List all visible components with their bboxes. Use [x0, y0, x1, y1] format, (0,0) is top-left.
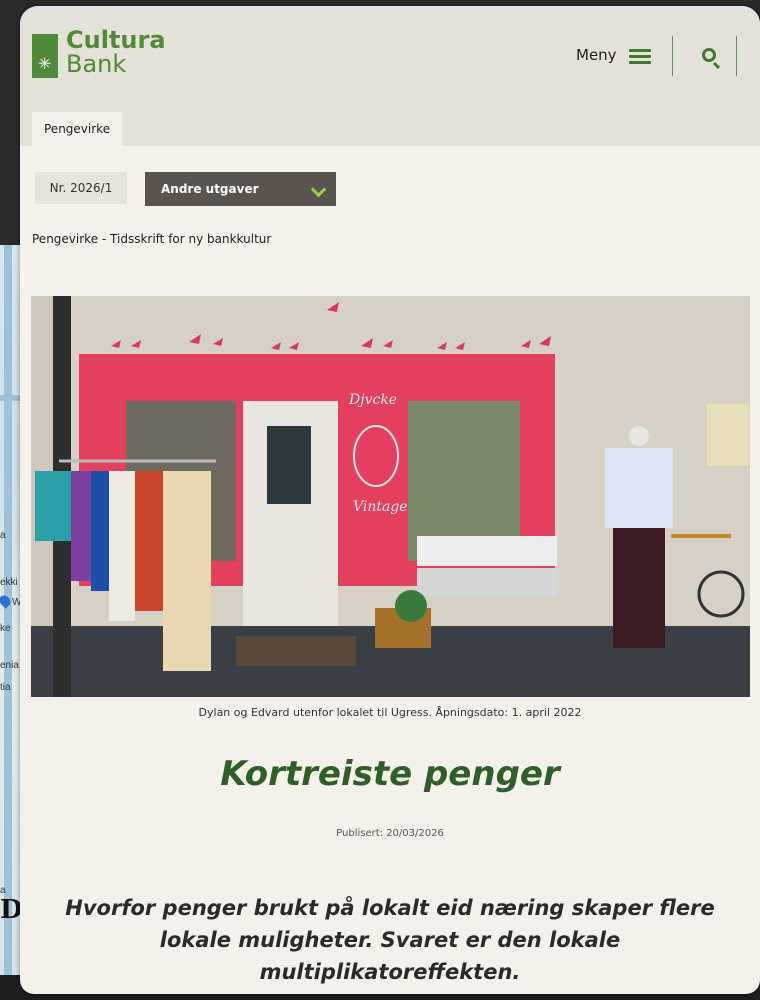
article-lead: Hvorfor penger brukt på lokalt eid nærin…: [65, 896, 715, 984]
other-issues-dropdown[interactable]: Andre utgaver: [145, 172, 336, 206]
image-caption: Dylan og Edvard utenfor lokalet til Ugre…: [198, 706, 582, 719]
article-title: Kortreiste penger: [220, 754, 560, 794]
map-road: [4, 245, 12, 975]
map-label: ekki: [0, 577, 18, 588]
search-icon[interactable]: [702, 48, 716, 62]
article-card: ✳ Cultura Bank Meny Pengevirke Nr. 2026/…: [20, 6, 760, 994]
menu-button-label[interactable]: Meny: [576, 46, 617, 64]
shop-sign-top: Djvcke: [348, 392, 397, 408]
map-label: tia: [0, 682, 11, 693]
shop-sign-bottom: Vintage: [353, 499, 408, 515]
hamburger-icon[interactable]: [629, 49, 651, 64]
header-divider: [736, 36, 737, 76]
issue-number: Nr. 2026/1: [35, 172, 127, 204]
brand-logo-icon[interactable]: ✳: [32, 34, 58, 78]
map-label: enia: [0, 660, 19, 671]
site-header: ✳ Cultura Bank Meny Pengevirke: [20, 6, 760, 146]
other-issues-label: Andre utgaver: [161, 182, 259, 196]
map-label: ke: [0, 623, 11, 634]
breadcrumb[interactable]: Pengevirke - Tidsskrift for ny bankkultu…: [32, 232, 271, 246]
storefront-illustration: Djvcke Vintage: [31, 296, 750, 697]
chevron-down-icon: [310, 181, 327, 198]
map-label: a: [0, 530, 6, 541]
hero-image: Djvcke Vintage: [31, 296, 750, 697]
published-date: Publisert: 20/03/2026: [336, 828, 444, 839]
brand-logo[interactable]: Cultura Bank: [66, 28, 166, 76]
brand-name-line2: Bank: [66, 50, 127, 78]
section-tab[interactable]: Pengevirke: [32, 112, 123, 146]
header-divider: [672, 36, 673, 76]
star-icon: ✳: [38, 54, 52, 73]
brand-name-line1: Cultura: [66, 26, 166, 54]
